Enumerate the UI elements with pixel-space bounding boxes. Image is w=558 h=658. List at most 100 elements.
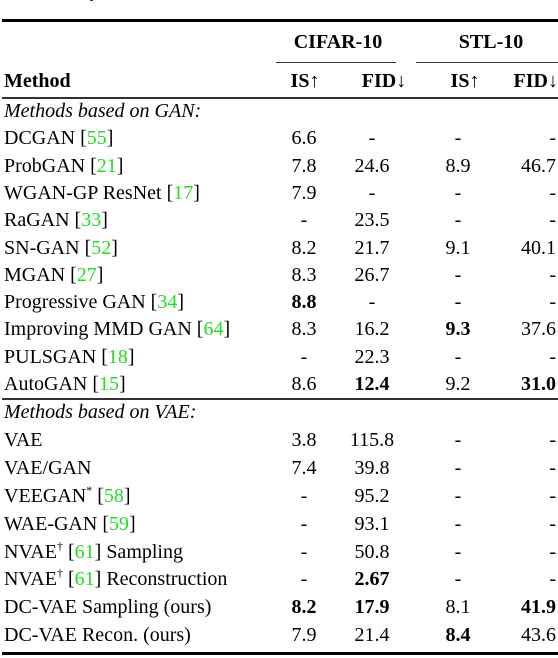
stl-is-value: - bbox=[454, 568, 462, 591]
method-name: DCGAN [55] bbox=[4, 127, 114, 150]
cifar-is-value: 7.9 bbox=[291, 181, 317, 204]
method-name: NVAE† [61] Reconstruction bbox=[4, 566, 228, 591]
top-rule bbox=[2, 19, 558, 22]
cifar-is-value: 8.2 bbox=[291, 236, 317, 259]
method-name: RaGAN [33] bbox=[4, 209, 108, 232]
cifar-fid-value: 115.8 bbox=[349, 428, 395, 451]
stl-fid-value: - bbox=[549, 127, 556, 150]
cifar-is-value: 3.8 bbox=[291, 428, 317, 451]
cifar-is-value: - bbox=[300, 512, 308, 535]
cifar-is-value: - bbox=[300, 484, 308, 507]
cifar-is-value: 8.3 bbox=[291, 263, 317, 286]
cifar-is-value: 8.6 bbox=[291, 373, 317, 395]
citation-link[interactable]: 18 bbox=[108, 346, 128, 368]
cifar-fid-value: 17.9 bbox=[354, 596, 390, 619]
stl-is-value: 8.1 bbox=[445, 596, 471, 619]
method-name: Improving MMD GAN [64] bbox=[4, 318, 231, 341]
stl-is-value: - bbox=[454, 263, 462, 286]
method-name: SN-GAN [52] bbox=[4, 236, 118, 259]
footnote-marker: † bbox=[56, 538, 63, 553]
method-name: PULSGAN [18] bbox=[4, 345, 135, 368]
cifar-fid-value: - bbox=[368, 181, 376, 204]
cifar-fid-value: 21.7 bbox=[354, 236, 390, 259]
bottom-rule bbox=[2, 652, 558, 655]
cifar-is-value: 8.8 bbox=[291, 291, 317, 314]
method-name: AutoGAN [15] bbox=[4, 373, 126, 395]
stl-fid-value: - bbox=[549, 484, 556, 507]
cifar-fid-value: 12.4 bbox=[354, 373, 390, 395]
stl-is-value: - bbox=[454, 127, 462, 150]
dataset-header-stl10: STL-10 bbox=[458, 31, 524, 53]
group-label: Methods based on GAN: bbox=[4, 100, 202, 122]
stl-fid-value: 37.6 bbox=[521, 318, 556, 341]
citation-link[interactable]: 17 bbox=[173, 182, 193, 204]
cifar-is-value: 7.9 bbox=[291, 624, 317, 647]
citation-link[interactable]: 58 bbox=[104, 485, 124, 507]
cifar-is-value: - bbox=[300, 209, 308, 232]
stl-cmidrule bbox=[416, 62, 558, 63]
citation-link[interactable]: 33 bbox=[81, 209, 101, 231]
stl-is-value: - bbox=[454, 512, 462, 535]
method-name: DC-VAE Sampling (ours) bbox=[4, 596, 212, 619]
cifar-fid-value: 21.4 bbox=[354, 624, 390, 647]
citation-link[interactable]: 59 bbox=[109, 513, 129, 535]
stl-is-value: - bbox=[454, 345, 462, 368]
stl-is-header: IS↑ bbox=[450, 70, 480, 92]
stl-is-value: 9.3 bbox=[445, 318, 471, 341]
method-name: WAE-GAN [59] bbox=[4, 512, 136, 535]
stl-is-value: - bbox=[454, 484, 462, 507]
cifar-fid-value: 24.6 bbox=[354, 154, 390, 177]
cifar-cmidrule bbox=[276, 62, 396, 63]
stl-fid-value: - bbox=[549, 345, 556, 368]
cifar-is-value: - bbox=[300, 345, 308, 368]
citation-link[interactable]: 15 bbox=[99, 373, 119, 395]
stl-fid-value: - bbox=[549, 291, 556, 314]
stl-is-value: 9.2 bbox=[445, 373, 471, 395]
method-name: DC-VAE Recon. (ours) bbox=[4, 624, 191, 647]
caption-fragment bbox=[90, 0, 93, 1]
method-column-header: Method bbox=[4, 70, 71, 92]
method-name: MGAN [27] bbox=[4, 263, 104, 286]
cifar-fid-value: 93.1 bbox=[354, 512, 390, 535]
cifar-fid-value: 95.2 bbox=[354, 484, 390, 507]
stl-fid-value: 40.1 bbox=[521, 236, 556, 259]
stl-is-value: 8.4 bbox=[445, 624, 471, 647]
citation-link[interactable]: 61 bbox=[75, 568, 95, 590]
stl-is-value: - bbox=[454, 540, 462, 563]
stl-fid-value: - bbox=[549, 568, 556, 591]
cifar-fid-value: 23.5 bbox=[354, 209, 390, 232]
cifar-is-value: 7.4 bbox=[291, 456, 317, 479]
footnote-marker: * bbox=[86, 482, 93, 497]
cifar-is-value: 7.8 bbox=[291, 154, 317, 177]
method-name: Progressive GAN [34] bbox=[4, 291, 184, 314]
stl-is-value: - bbox=[454, 291, 462, 314]
stl-fid-value: 46.7 bbox=[521, 154, 556, 177]
cifar-fid-value: 26.7 bbox=[354, 263, 390, 286]
stl-fid-value: - bbox=[549, 181, 556, 204]
method-name: WGAN-GP ResNet [17] bbox=[4, 181, 200, 204]
citation-link[interactable]: 21 bbox=[97, 155, 117, 177]
citation-link[interactable]: 52 bbox=[91, 237, 111, 259]
cifar-is-value: - bbox=[300, 568, 308, 591]
stl-fid-value: - bbox=[549, 512, 556, 535]
stl-fid-value: 41.9 bbox=[521, 596, 556, 619]
method-name: VEEGAN* [58] bbox=[4, 482, 131, 507]
stl-fid-value: 43.6 bbox=[521, 624, 556, 647]
citation-link[interactable]: 61 bbox=[75, 541, 95, 563]
citation-link[interactable]: 55 bbox=[87, 127, 107, 149]
stl-fid-value: - bbox=[549, 209, 556, 232]
method-name: ProbGAN [21] bbox=[4, 154, 124, 177]
citation-link[interactable]: 34 bbox=[157, 291, 177, 313]
footnote-marker: † bbox=[56, 566, 63, 581]
citation-link[interactable]: 64 bbox=[203, 318, 223, 340]
method-name: VAE/GAN bbox=[4, 456, 92, 479]
stl-fid-header: FID↓ bbox=[513, 70, 558, 92]
stl-is-value: - bbox=[454, 209, 462, 232]
dataset-header-cifar10: CIFAR-10 bbox=[293, 31, 383, 53]
citation-link[interactable]: 27 bbox=[77, 264, 97, 286]
cifar-fid-value: 16.2 bbox=[354, 318, 390, 341]
stl-fid-value: - bbox=[549, 540, 556, 563]
cifar-fid-value: - bbox=[368, 127, 376, 150]
stl-is-value: 9.1 bbox=[445, 236, 471, 259]
stl-fid-value: - bbox=[549, 456, 556, 479]
